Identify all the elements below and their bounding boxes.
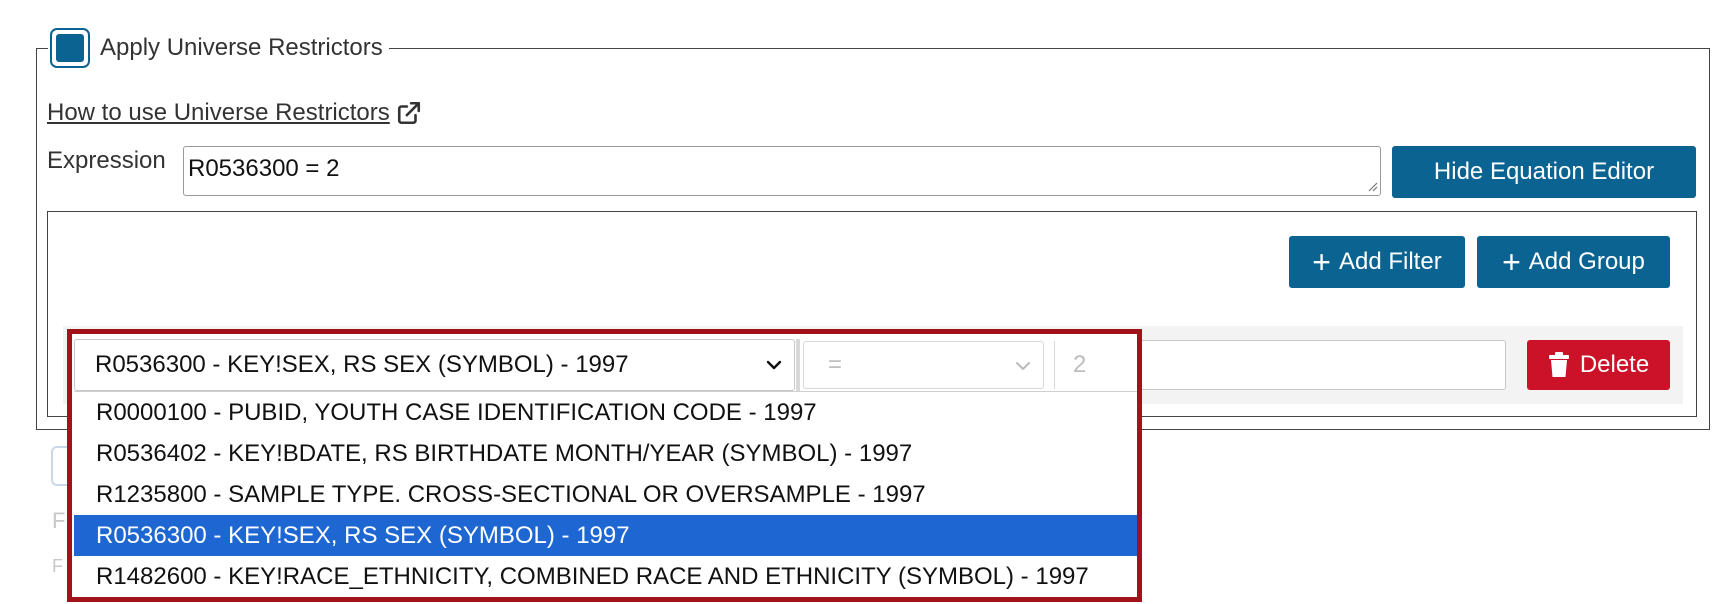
checkbox-checked-indicator	[56, 34, 84, 62]
dropdown-option[interactable]: R1482600 - KEY!RACE_ETHNICITY, COMBINED …	[74, 556, 1137, 597]
add-group-button[interactable]: + Add Group	[1477, 236, 1670, 288]
select-separator	[796, 339, 800, 391]
universe-restrictors-legend: Apply Universe Restrictors	[48, 28, 389, 68]
external-link-icon	[397, 101, 420, 125]
how-to-use-universe-restrictors-link[interactable]: How to use Universe Restrictors	[47, 99, 422, 127]
trash-icon	[1548, 352, 1569, 377]
operator-select-value: =	[828, 351, 843, 378]
help-link-text[interactable]: How to use Universe Restrictors	[47, 99, 390, 127]
operator-select[interactable]: =	[803, 341, 1044, 389]
add-filter-label: Add Filter	[1338, 248, 1442, 275]
resize-grip-icon[interactable]	[1366, 180, 1378, 192]
rule-value-text: 2	[1073, 351, 1087, 378]
rule-value-field-extension[interactable]	[1100, 340, 1506, 390]
faded-background-text: F	[52, 556, 63, 576]
add-group-label: Add Group	[1528, 248, 1645, 275]
variable-select-value: R0536300 - KEY!SEX, RS SEX (SYMBOL) - 19…	[95, 351, 629, 378]
dropdown-option[interactable]: R1235800 - SAMPLE TYPE. CROSS-SECTIONAL …	[74, 474, 1137, 515]
delete-label: Delete	[1579, 351, 1650, 378]
dropdown-option[interactable]: R0000100 - PUBID, YOUTH CASE IDENTIFICAT…	[74, 392, 1137, 433]
apply-universe-restrictors-label[interactable]: Apply Universe Restrictors	[100, 34, 383, 62]
plus-icon: +	[1502, 244, 1521, 280]
hide-equation-editor-button[interactable]: Hide Equation Editor	[1392, 146, 1696, 198]
hide-equation-editor-label: Hide Equation Editor	[1433, 158, 1655, 185]
add-filter-button[interactable]: + Add Filter	[1289, 236, 1465, 288]
expression-label: Expression	[47, 147, 166, 174]
variable-select[interactable]: R0536300 - KEY!SEX, RS SEX (SYMBOL) - 19…	[74, 339, 795, 391]
faded-background-text: F	[52, 508, 66, 533]
rule-value-input[interactable]: 2	[1054, 341, 1134, 389]
variable-dropdown-list[interactable]: R0000100 - PUBID, YOUTH CASE IDENTIFICAT…	[74, 391, 1137, 597]
plus-icon: +	[1312, 244, 1331, 280]
dropdown-option-selected[interactable]: R0536300 - KEY!SEX, RS SEX (SYMBOL) - 19…	[74, 515, 1137, 556]
delete-rule-button[interactable]: Delete	[1527, 340, 1670, 390]
chevron-down-icon	[1016, 362, 1030, 370]
expression-input[interactable]	[183, 146, 1381, 196]
dropdown-option[interactable]: R0536402 - KEY!BDATE, RS BIRTHDATE MONTH…	[74, 433, 1137, 474]
chevron-down-icon	[766, 360, 782, 370]
apply-universe-restrictors-checkbox[interactable]	[50, 28, 90, 68]
